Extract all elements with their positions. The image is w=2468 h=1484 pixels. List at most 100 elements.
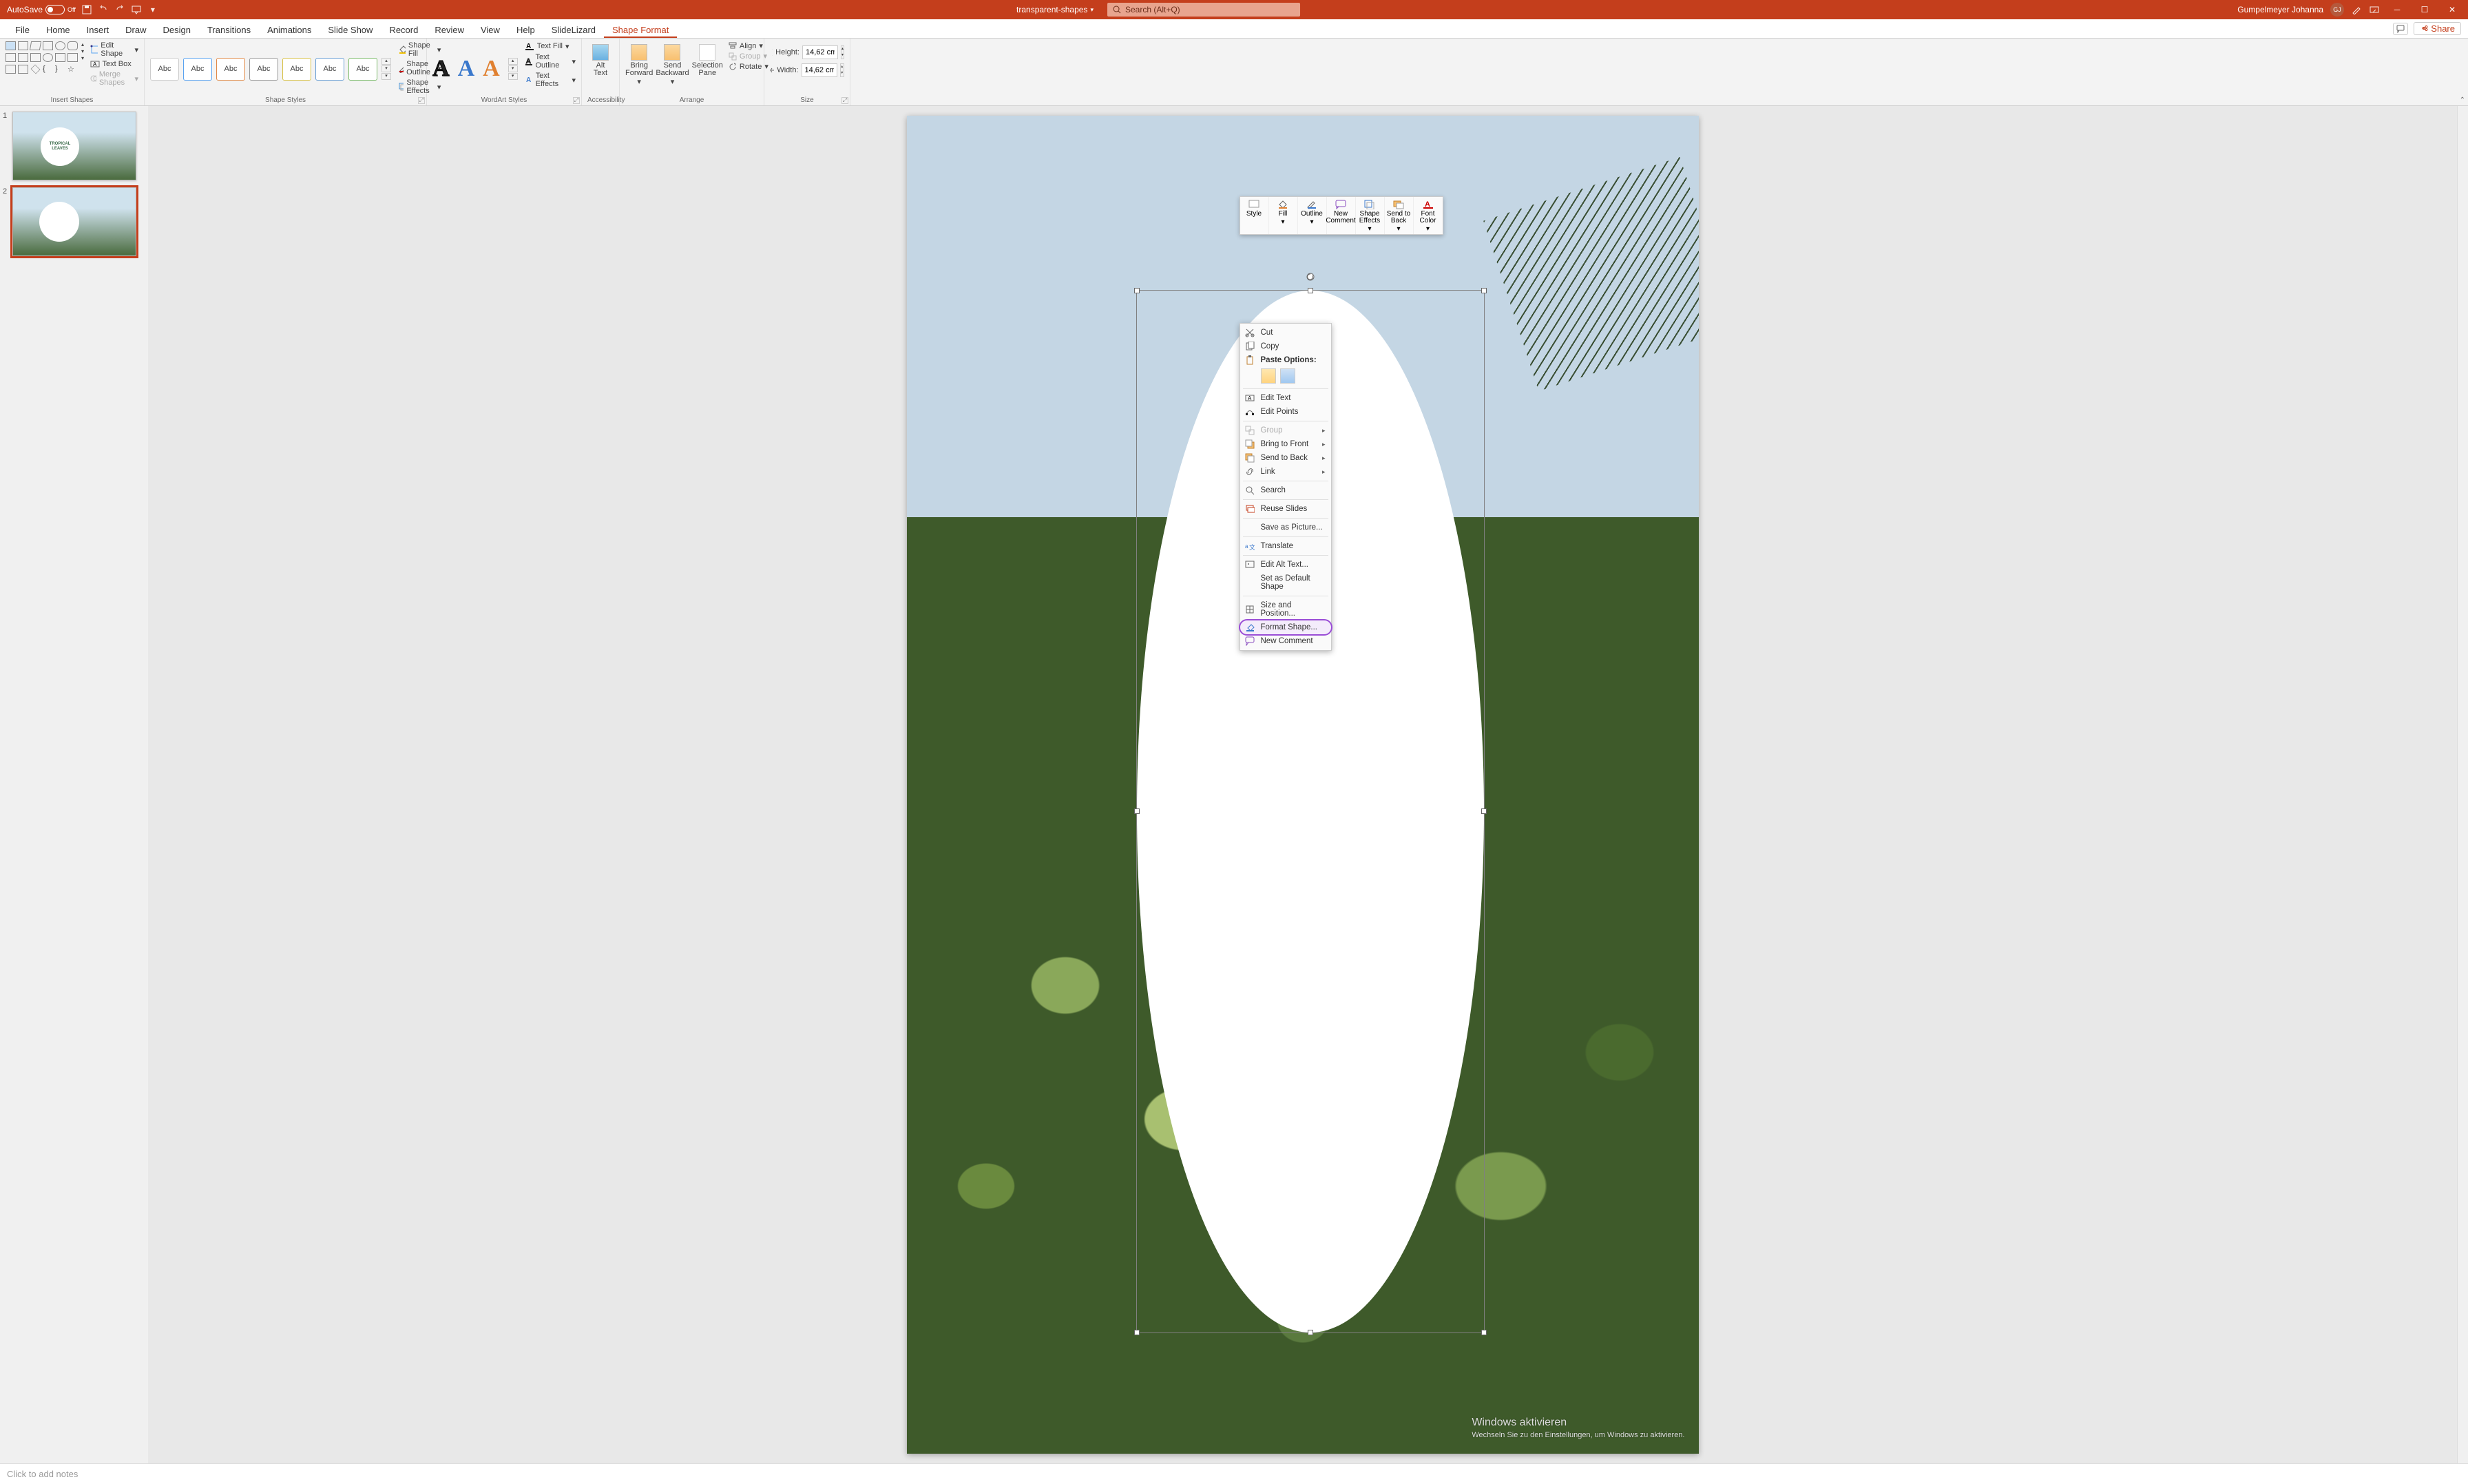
resize-handle-tl[interactable]: [1134, 288, 1140, 293]
undo-icon[interactable]: [98, 4, 109, 15]
resize-handle-bm[interactable]: [1308, 1330, 1313, 1335]
tab-review[interactable]: Review: [426, 25, 472, 38]
tab-view[interactable]: View: [472, 25, 508, 38]
paste-option-2[interactable]: [1280, 368, 1295, 384]
tab-insert[interactable]: Insert: [79, 25, 118, 38]
mini-shape-effects[interactable]: Shape Effects ▾: [1356, 197, 1385, 234]
toggle-off-icon[interactable]: [45, 5, 65, 14]
width-input[interactable]: [802, 63, 837, 77]
ctx-bring-front[interactable]: Bring to Front▸: [1240, 437, 1331, 451]
group-button[interactable]: Group ▾: [729, 52, 768, 61]
text-box-button[interactable]: AText Box: [90, 59, 138, 69]
tab-draw[interactable]: Draw: [117, 25, 154, 38]
slide-thumbnails-panel[interactable]: 1 TROPICAL LEAVES 2: [0, 106, 148, 1463]
comments-button[interactable]: [2393, 23, 2408, 35]
ctx-size-position[interactable]: Size and Position...: [1240, 598, 1331, 620]
slide-thumb-2[interactable]: [12, 187, 136, 256]
ctx-set-default[interactable]: Set as Default Shape: [1240, 572, 1331, 594]
notes-pane[interactable]: Click to add notes: [0, 1463, 2468, 1484]
send-backward-button[interactable]: Send Backward ▾: [656, 41, 689, 96]
tab-record[interactable]: Record: [381, 25, 426, 38]
rotate-button[interactable]: Rotate ▾: [729, 62, 768, 71]
ctx-link[interactable]: Link▸: [1240, 465, 1331, 479]
text-fill-button[interactable]: AText Fill ▾: [525, 41, 576, 51]
maximize-button[interactable]: ☐: [2414, 0, 2435, 19]
merge-shapes-button[interactable]: Merge Shapes ▾: [90, 70, 138, 87]
tab-help[interactable]: Help: [508, 25, 543, 38]
share-button[interactable]: Share: [2414, 22, 2461, 35]
text-effects-button[interactable]: AText Effects ▾: [525, 72, 576, 88]
resize-handle-ml[interactable]: [1134, 808, 1140, 814]
wordart-gallery-more[interactable]: ▴▾▾: [508, 58, 518, 80]
tab-slideshow[interactable]: Slide Show: [320, 25, 381, 38]
resize-handle-mr[interactable]: [1481, 808, 1487, 814]
vertical-scrollbar[interactable]: [2457, 106, 2468, 1463]
alt-text-button[interactable]: Alt Text: [587, 41, 614, 96]
rotate-handle[interactable]: [1306, 273, 1315, 281]
mini-send-to-back[interactable]: Send to Back ▾: [1385, 197, 1414, 234]
tab-animations[interactable]: Animations: [259, 25, 320, 38]
ctx-send-back[interactable]: Send to Back▸: [1240, 451, 1331, 465]
ctx-new-comment[interactable]: New Comment: [1240, 634, 1331, 648]
slide-canvas[interactable]: Style Fill ▾ Outline ▾ New Comment Shape…: [907, 116, 1699, 1454]
close-button[interactable]: ✕: [2442, 0, 2462, 19]
edit-shape-button[interactable]: Edit Shape ▾: [90, 41, 138, 58]
resize-handle-bl[interactable]: [1134, 1330, 1140, 1335]
shape-gallery[interactable]: {} ☆: [6, 41, 79, 96]
tab-slidelizard[interactable]: SlideLizard: [543, 25, 604, 38]
autosave-toggle[interactable]: AutoSave Off: [7, 5, 76, 14]
shape-style-gallery[interactable]: Abc Abc Abc Abc Abc Abc Abc ▴▾▾: [150, 41, 391, 96]
collapse-ribbon-icon[interactable]: ⌃: [2460, 96, 2465, 104]
document-name[interactable]: transparent-shapes▾: [1016, 5, 1094, 14]
shape-styles-launcher[interactable]: ⤢: [418, 97, 425, 104]
minimize-button[interactable]: ─: [2387, 0, 2407, 19]
tab-file[interactable]: File: [7, 25, 38, 38]
wordart-launcher[interactable]: ⤢: [573, 97, 580, 104]
height-input[interactable]: [802, 45, 838, 59]
resize-handle-tr[interactable]: [1481, 288, 1487, 293]
style-gallery-more[interactable]: ▴▾▾: [381, 58, 391, 80]
redo-icon[interactable]: [114, 4, 125, 15]
qat-more-icon[interactable]: ▾: [147, 4, 158, 15]
ctx-translate[interactable]: a文Translate: [1240, 539, 1331, 553]
tab-home[interactable]: Home: [38, 25, 79, 38]
ribbon-display-icon[interactable]: [2369, 4, 2380, 15]
height-spinner[interactable]: ▴▾: [841, 45, 844, 59]
resize-handle-tm[interactable]: [1308, 288, 1313, 293]
tab-shape-format[interactable]: Shape Format: [604, 25, 677, 38]
mini-outline[interactable]: Outline ▾: [1298, 197, 1327, 234]
bring-forward-button[interactable]: Bring Forward ▾: [625, 41, 653, 96]
ctx-edit-points[interactable]: Edit Points: [1240, 405, 1331, 419]
ctx-alt-text[interactable]: Edit Alt Text...: [1240, 558, 1331, 572]
mini-new-comment[interactable]: New Comment: [1327, 197, 1356, 234]
draw-mode-icon[interactable]: [2351, 4, 2362, 15]
width-spinner[interactable]: ▴▾: [840, 63, 845, 77]
search-input[interactable]: Search (Alt+Q): [1107, 3, 1300, 17]
slide-canvas-area[interactable]: Style Fill ▾ Outline ▾ New Comment Shape…: [148, 106, 2457, 1463]
ctx-format-shape[interactable]: Format Shape...: [1240, 620, 1331, 634]
text-fill-icon: A: [525, 41, 534, 51]
selection-pane-button[interactable]: Selection Pane: [692, 41, 723, 96]
align-button[interactable]: Align ▾: [729, 41, 768, 50]
wordart-gallery[interactable]: A A A ▴▾▾: [432, 41, 518, 96]
mini-style[interactable]: Style: [1240, 197, 1269, 234]
resize-handle-br[interactable]: [1481, 1330, 1487, 1335]
ctx-search[interactable]: Search: [1240, 483, 1331, 497]
ctx-cut[interactable]: Cut: [1240, 326, 1331, 339]
slide-thumb-1[interactable]: TROPICAL LEAVES: [12, 112, 136, 180]
ctx-save-picture[interactable]: Save as Picture...: [1240, 521, 1331, 534]
mini-fill[interactable]: Fill ▾: [1269, 197, 1298, 234]
ctx-edit-text[interactable]: AEdit Text: [1240, 391, 1331, 405]
mini-font-color[interactable]: AFont Color ▾: [1414, 197, 1443, 234]
size-launcher[interactable]: ⤢: [841, 97, 848, 104]
ctx-reuse-slides[interactable]: Reuse Slides: [1240, 502, 1331, 516]
tab-design[interactable]: Design: [155, 25, 199, 38]
paste-option-1[interactable]: [1261, 368, 1276, 384]
tab-transitions[interactable]: Transitions: [199, 25, 259, 38]
shape-gallery-more[interactable]: ▴▾▾: [81, 41, 87, 96]
ctx-copy[interactable]: Copy: [1240, 339, 1331, 353]
user-avatar[interactable]: GJ: [2330, 3, 2344, 17]
slideshow-icon[interactable]: [131, 4, 142, 15]
save-icon[interactable]: [81, 4, 92, 15]
text-outline-button[interactable]: AText Outline ▾: [525, 53, 576, 70]
